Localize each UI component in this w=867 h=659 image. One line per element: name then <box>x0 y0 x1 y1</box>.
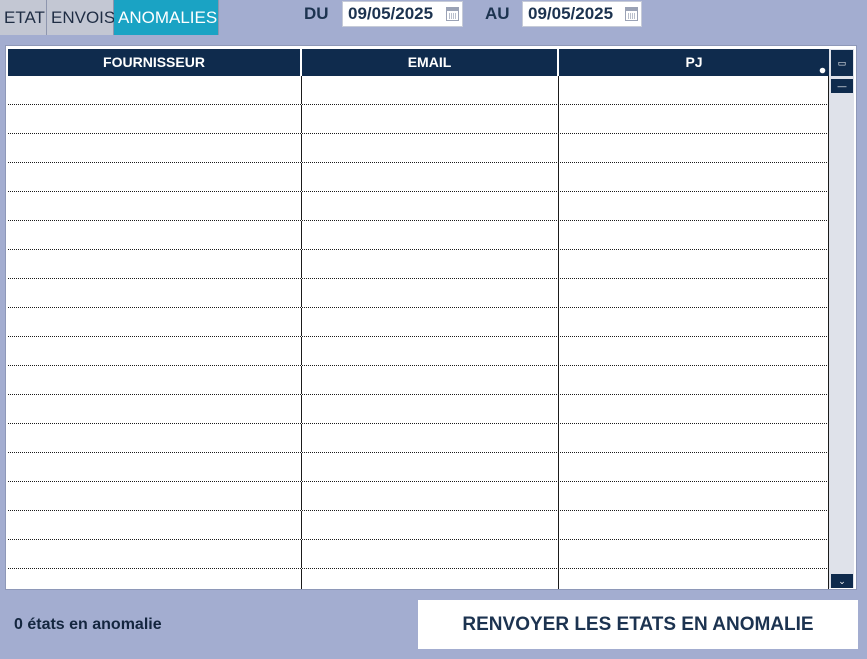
cell-fournisseur[interactable] <box>8 134 302 162</box>
table-row[interactable] <box>8 540 829 569</box>
cell-pj[interactable] <box>559 395 829 423</box>
cell-email[interactable] <box>302 366 559 394</box>
table-row[interactable] <box>8 250 829 279</box>
table-row[interactable] <box>8 395 829 424</box>
cell-pj[interactable] <box>559 192 829 220</box>
cell-pj[interactable] <box>559 366 829 394</box>
from-date-value: 09/05/2025 <box>348 4 434 23</box>
cell-email[interactable] <box>302 192 559 220</box>
cell-email[interactable] <box>302 337 559 365</box>
table-row[interactable] <box>8 221 829 250</box>
cell-pj[interactable] <box>559 308 829 336</box>
cell-pj[interactable] <box>559 482 829 510</box>
cell-fournisseur[interactable] <box>8 540 302 568</box>
scroll-down-button[interactable]: ⌄ <box>831 574 853 588</box>
scroll-up-button[interactable]: — <box>831 79 853 93</box>
anomalies-table: FOURNISSEUR EMAIL PJ <box>8 49 829 589</box>
table-body <box>8 76 829 589</box>
cell-pj[interactable] <box>559 250 829 278</box>
cell-fournisseur[interactable] <box>8 163 302 191</box>
cell-email[interactable] <box>302 250 559 278</box>
cell-email[interactable] <box>302 569 559 589</box>
cell-email[interactable] <box>302 221 559 249</box>
table-row[interactable] <box>8 424 829 453</box>
cell-fournisseur[interactable] <box>8 308 302 336</box>
cell-fournisseur[interactable] <box>8 221 302 249</box>
cell-fournisseur[interactable] <box>8 511 302 539</box>
table-row[interactable] <box>8 337 829 366</box>
cell-fournisseur[interactable] <box>8 366 302 394</box>
cell-fournisseur[interactable] <box>8 569 302 589</box>
table-header: FOURNISSEUR EMAIL PJ <box>8 49 829 76</box>
resend-anomalies-button[interactable]: RENVOYER LES ETATS EN ANOMALIE <box>418 600 858 649</box>
cell-email[interactable] <box>302 395 559 423</box>
cell-fournisseur[interactable] <box>8 279 302 307</box>
table-row[interactable] <box>8 453 829 482</box>
table-row[interactable] <box>8 134 829 163</box>
cell-email[interactable] <box>302 308 559 336</box>
cell-pj[interactable] <box>559 279 829 307</box>
table-row[interactable] <box>8 279 829 308</box>
table-row[interactable] <box>8 366 829 395</box>
cell-fournisseur[interactable] <box>8 482 302 510</box>
cell-fournisseur[interactable] <box>8 395 302 423</box>
calendar-icon[interactable] <box>446 7 459 21</box>
to-date-label: AU <box>485 4 510 23</box>
table-row[interactable] <box>8 511 829 540</box>
cell-pj[interactable] <box>559 221 829 249</box>
table-row[interactable] <box>8 192 829 221</box>
cell-pj[interactable] <box>559 134 829 162</box>
table-row[interactable] <box>8 482 829 511</box>
cell-email[interactable] <box>302 540 559 568</box>
to-date-value: 09/05/2025 <box>528 4 614 23</box>
cell-fournisseur[interactable] <box>8 76 302 104</box>
cell-pj[interactable] <box>559 511 829 539</box>
column-header-pj[interactable]: PJ <box>559 49 829 76</box>
cell-email[interactable] <box>302 453 559 481</box>
cell-email[interactable] <box>302 279 559 307</box>
cell-fournisseur[interactable] <box>8 424 302 452</box>
cell-fournisseur[interactable] <box>8 192 302 220</box>
cell-email[interactable] <box>302 105 559 133</box>
table-row[interactable] <box>8 163 829 192</box>
column-header-email[interactable]: EMAIL <box>302 49 559 76</box>
tab-anomalies[interactable]: ANOMALIES <box>114 0 219 35</box>
table-row[interactable] <box>8 76 829 105</box>
cell-email[interactable] <box>302 511 559 539</box>
cell-fournisseur[interactable] <box>8 250 302 278</box>
cell-pj[interactable] <box>559 453 829 481</box>
tab-bar: ETAT ENVOIS ANOMALIES <box>0 0 219 35</box>
calendar-icon[interactable] <box>625 7 638 21</box>
from-date-field[interactable]: 09/05/2025 <box>342 1 463 27</box>
anomalies-table-panel: FOURNISSEUR EMAIL PJ ▭ — ⌄ <box>5 45 857 590</box>
cell-pj[interactable] <box>559 76 829 104</box>
cell-pj[interactable] <box>559 337 829 365</box>
table-row[interactable] <box>8 569 829 589</box>
table-row[interactable] <box>8 308 829 337</box>
vertical-scrollbar[interactable]: ▭ — ⌄ <box>829 49 854 588</box>
cell-fournisseur[interactable] <box>8 453 302 481</box>
cell-pj[interactable] <box>559 424 829 452</box>
cell-email[interactable] <box>302 163 559 191</box>
cell-pj[interactable] <box>559 163 829 191</box>
anomaly-count-text: 0 états en anomalie <box>14 616 162 633</box>
cell-fournisseur[interactable] <box>8 105 302 133</box>
cell-pj[interactable] <box>559 540 829 568</box>
column-header-pj-label: PJ <box>685 54 703 70</box>
cell-pj[interactable] <box>559 569 829 589</box>
from-date-label: DU <box>304 4 329 23</box>
sort-icon[interactable] <box>819 67 826 74</box>
cell-email[interactable] <box>302 134 559 162</box>
to-date-field[interactable]: 09/05/2025 <box>522 1 642 27</box>
cell-email[interactable] <box>302 76 559 104</box>
cell-email[interactable] <box>302 424 559 452</box>
cell-fournisseur[interactable] <box>8 337 302 365</box>
table-row[interactable] <box>8 105 829 134</box>
cell-pj[interactable] <box>559 105 829 133</box>
column-header-fournisseur[interactable]: FOURNISSEUR <box>8 49 302 76</box>
tab-etat[interactable]: ETAT <box>0 0 47 35</box>
cell-email[interactable] <box>302 482 559 510</box>
table-menu-icon[interactable]: ▭ <box>831 50 853 76</box>
tab-envois[interactable]: ENVOIS <box>47 0 115 35</box>
